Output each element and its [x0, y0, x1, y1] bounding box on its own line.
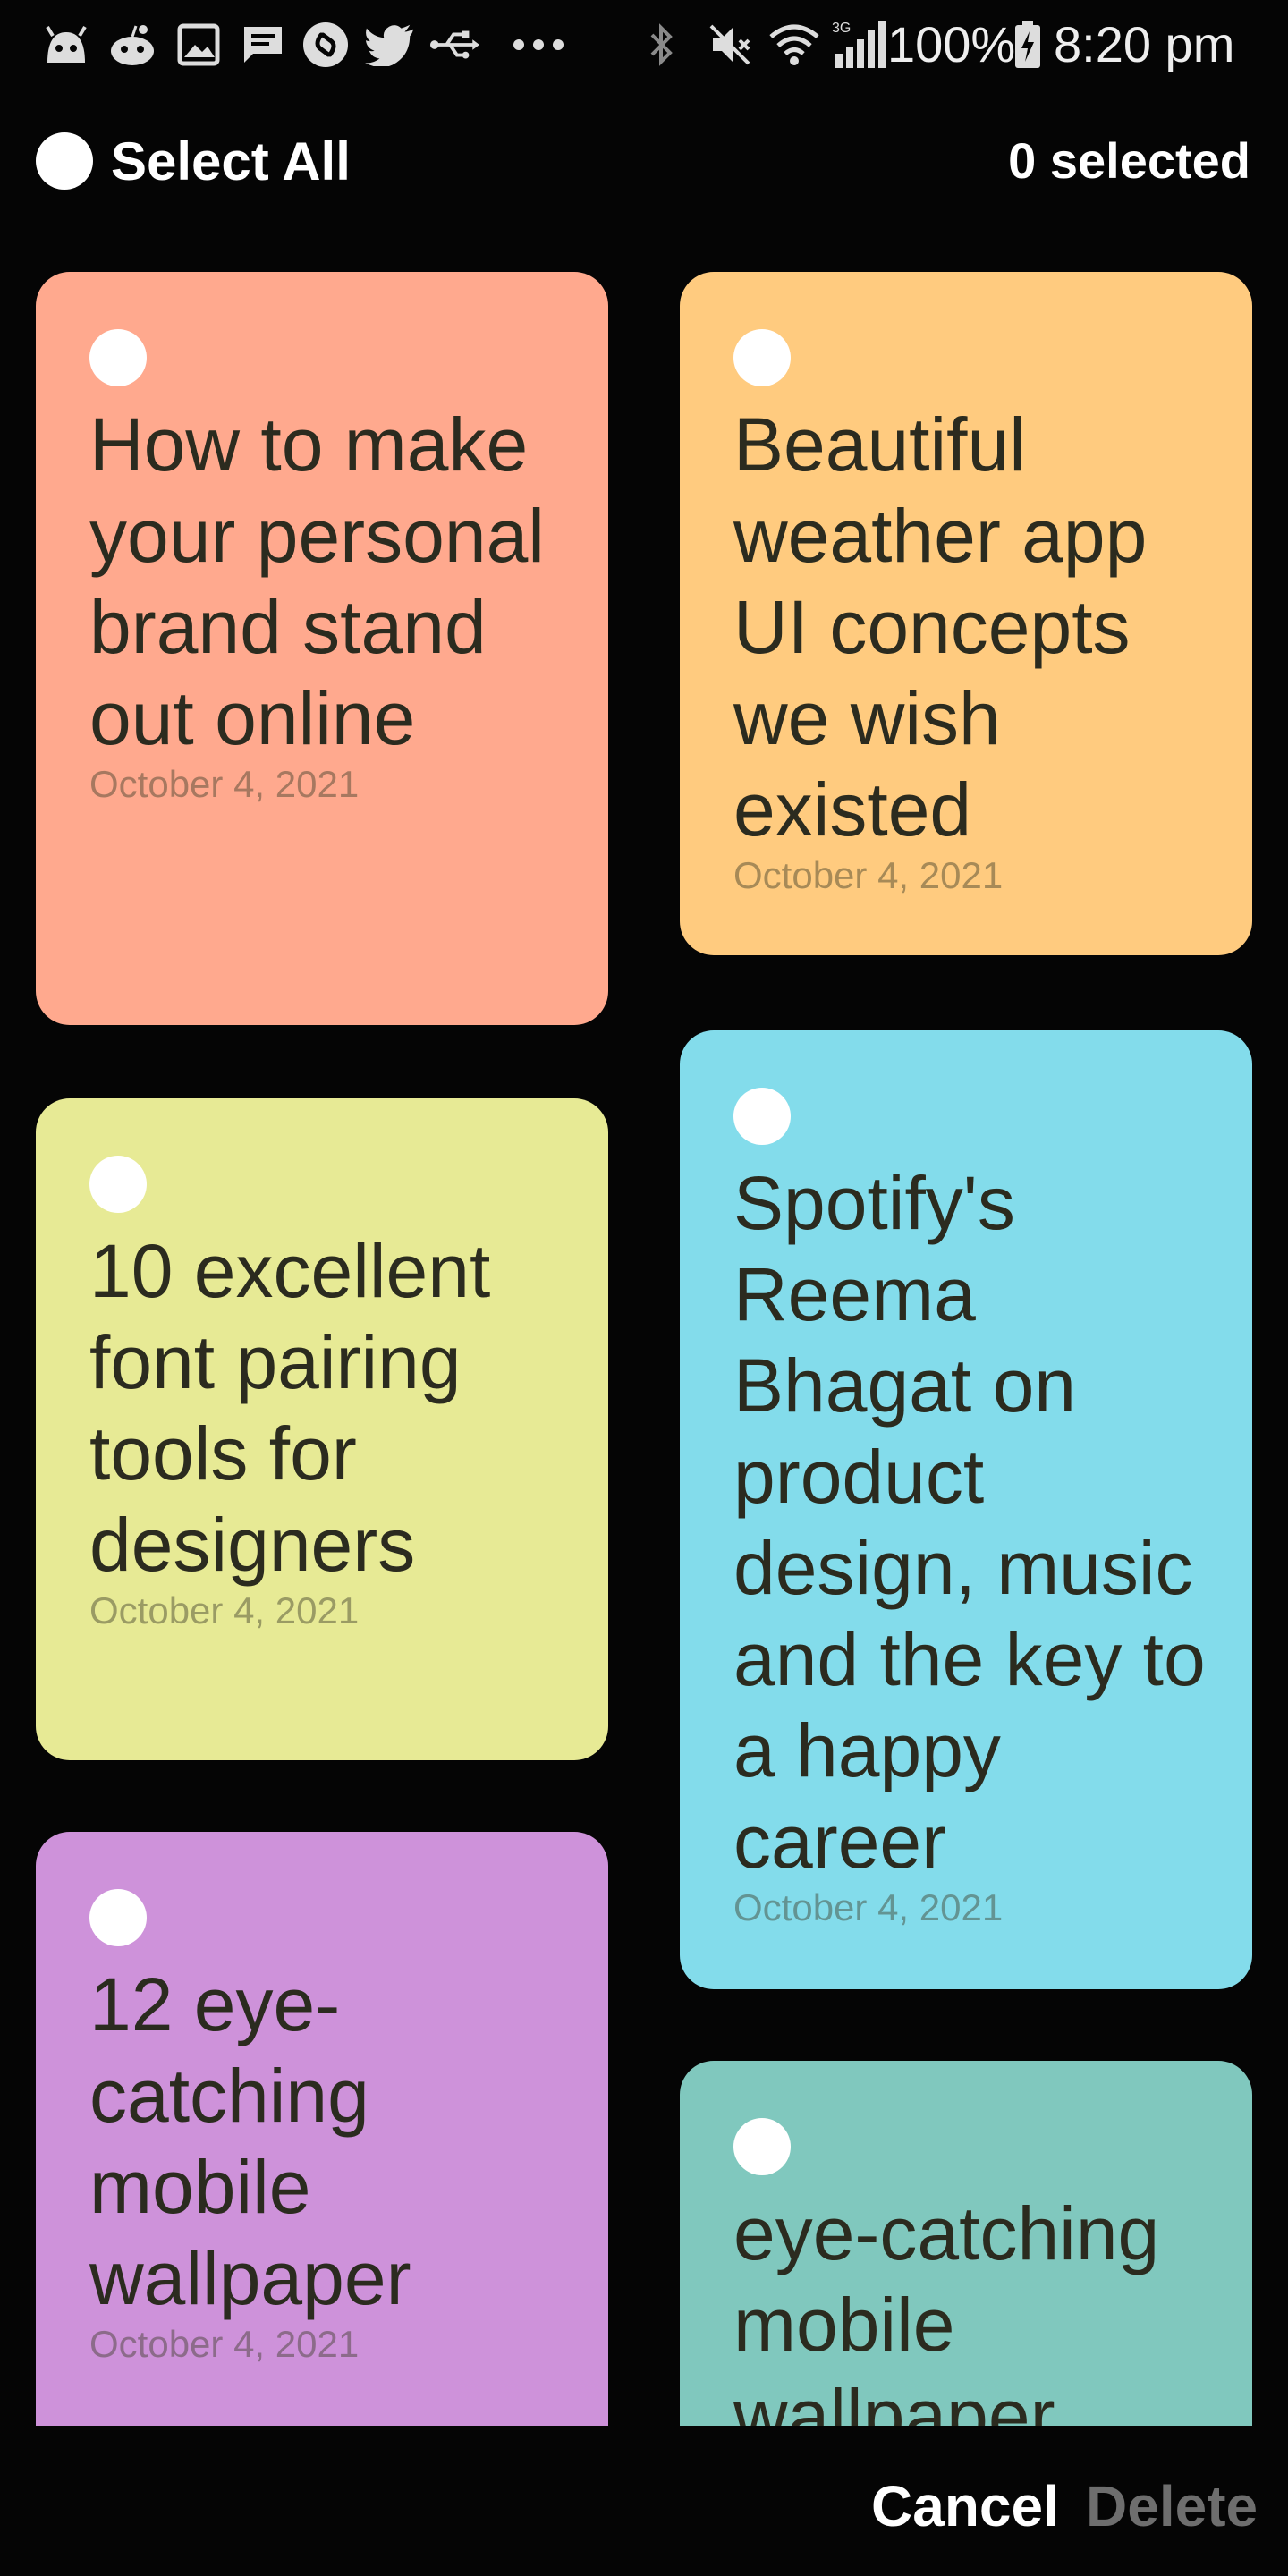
wifi-icon: [769, 20, 819, 70]
cancel-button[interactable]: Cancel: [871, 2472, 1059, 2540]
select-all-radio[interactable]: [36, 132, 93, 190]
android-head-icon: [41, 20, 91, 70]
note-date: October 4, 2021: [733, 1886, 1004, 1928]
note-title: eye-catching mobile wallpaper: [733, 2191, 1160, 2426]
svg-text:3G: 3G: [832, 21, 851, 36]
twitter-icon: [365, 20, 415, 70]
note-select-radio[interactable]: [89, 1156, 147, 1213]
select-all-label: Select All: [111, 131, 351, 191]
note-title: Beautiful weather app UI concepts we wis…: [733, 402, 1148, 852]
note-card[interactable]: 10 excellent font pairing tools for desi…: [36, 1098, 608, 1760]
note-title: How to make your personal brand stand ou…: [89, 402, 545, 760]
note-card[interactable]: eye-catching mobile wallpaper: [680, 2061, 1252, 2426]
note-card[interactable]: How to make your personal brand stand ou…: [36, 272, 608, 1025]
note-select-radio[interactable]: [89, 329, 147, 386]
message-icon: [238, 20, 288, 70]
selection-action-bar: Cancel Delete: [0, 2426, 1288, 2576]
note-select-radio[interactable]: [733, 329, 791, 386]
note-date: October 4, 2021: [89, 2323, 360, 2365]
mute-icon: [705, 20, 755, 70]
note-select-radio[interactable]: [89, 1889, 147, 1946]
battery-percent: 100%: [887, 16, 1016, 72]
note-select-radio[interactable]: [733, 1088, 791, 1145]
status-time: 8:20 pm: [1054, 16, 1235, 72]
battery-charging-icon: [1013, 20, 1043, 70]
signal-icon: 3G: [830, 20, 886, 70]
reddit-icon: [107, 20, 157, 70]
select-all-toggle[interactable]: Select All: [36, 131, 351, 191]
note-card[interactable]: Beautiful weather app UI concepts we wis…: [680, 272, 1252, 955]
note-card[interactable]: 12 eye-catching mobile wallpaper October…: [36, 1832, 608, 2426]
note-title: 10 excellent font pairing tools for desi…: [89, 1229, 491, 1587]
note-title: 12 eye-catching mobile wallpaper: [89, 1962, 411, 2320]
notes-grid: How to make your personal brand stand ou…: [0, 268, 1288, 2426]
note-card[interactable]: Spotify's Reema Bhagat on product design…: [680, 1030, 1252, 1989]
note-select-radio[interactable]: [733, 2118, 791, 2175]
selected-count: 0 selected: [1008, 132, 1250, 189]
more-dots-icon: [512, 20, 565, 70]
note-date: October 4, 2021: [733, 854, 1004, 896]
usb-icon: [429, 20, 479, 70]
image-icon: [174, 20, 224, 70]
note-date: October 4, 2021: [89, 1589, 360, 1631]
shazam-icon: [301, 20, 351, 70]
bluetooth-icon: [644, 20, 680, 70]
note-date: October 4, 2021: [89, 763, 360, 805]
note-title: Spotify's Reema Bhagat on product design…: [733, 1161, 1206, 1884]
status-bar: 3G 100% 8:20 pm: [0, 0, 1288, 89]
delete-button[interactable]: Delete: [1086, 2472, 1258, 2540]
